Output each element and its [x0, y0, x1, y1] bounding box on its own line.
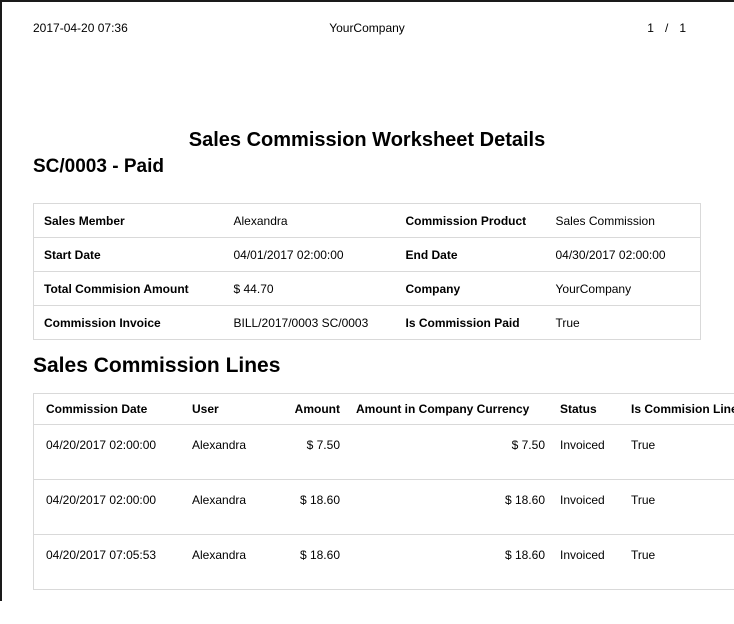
line-cell-paid: True: [621, 480, 734, 535]
report-company-name: YourCompany: [0, 20, 734, 36]
table-row: Commission Invoice BILL/2017/0003 SC/000…: [34, 306, 701, 340]
line-cell-date: 04/20/2017 02:00:00: [34, 480, 183, 535]
summary-value: $ 44.70: [224, 272, 396, 306]
summary-label: Total Commision Amount: [34, 272, 224, 306]
table-row: Total Commision Amount $ 44.70 Company Y…: [34, 272, 701, 306]
line-cell-amount: $ 18.60: [280, 535, 346, 590]
summary-value: Alexandra: [224, 204, 396, 238]
line-cell-paid: True: [621, 425, 734, 480]
line-cell-amount: $ 18.60: [280, 480, 346, 535]
summary-label: Is Commission Paid: [396, 306, 546, 340]
summary-value: BILL/2017/0003 SC/0003: [224, 306, 396, 340]
lines-table: Commission Date User Amount Amount in Co…: [33, 393, 734, 590]
table-row: Sales Member Alexandra Commission Produc…: [34, 204, 701, 238]
table-row: 04/20/2017 07:05:53 Alexandra $ 18.60 $ …: [34, 535, 734, 590]
line-cell-status: Invoiced: [553, 425, 621, 480]
summary-label: Commission Invoice: [34, 306, 224, 340]
summary-value: 04/01/2017 02:00:00: [224, 238, 396, 272]
summary-value: True: [546, 306, 701, 340]
summary-label: End Date: [396, 238, 546, 272]
line-cell-user: Alexandra: [182, 425, 280, 480]
line-cell-amount-company-currency: $ 7.50: [346, 425, 553, 480]
worksheet-heading: SC/0003 - Paid: [33, 156, 164, 178]
line-cell-amount-company-currency: $ 18.60: [346, 480, 553, 535]
line-cell-date: 04/20/2017 02:00:00: [34, 425, 183, 480]
report-title: Sales Commission Worksheet Details: [0, 129, 734, 152]
line-cell-paid: True: [621, 535, 734, 590]
table-row: Start Date 04/01/2017 02:00:00 End Date …: [34, 238, 701, 272]
line-cell-amount: $ 7.50: [280, 425, 346, 480]
page-total: 1: [679, 20, 686, 36]
table-row: 04/20/2017 02:00:00 Alexandra $ 18.60 $ …: [34, 480, 734, 535]
line-cell-date: 04/20/2017 07:05:53: [34, 535, 183, 590]
column-header-status: Status: [553, 394, 621, 425]
line-cell-user: Alexandra: [182, 535, 280, 590]
page-current: 1: [647, 20, 654, 36]
summary-value: YourCompany: [546, 272, 701, 306]
column-header-commission-date: Commission Date: [34, 394, 183, 425]
page-left-border: [0, 0, 2, 601]
summary-label: Sales Member: [34, 204, 224, 238]
column-header-amount: Amount: [280, 394, 346, 425]
page-top-border: [0, 0, 734, 2]
table-header-row: Commission Date User Amount Amount in Co…: [34, 394, 734, 425]
page-number: 1 / 1: [647, 20, 686, 36]
table-row: 04/20/2017 02:00:00 Alexandra $ 7.50 $ 7…: [34, 425, 734, 480]
summary-value: 04/30/2017 02:00:00: [546, 238, 701, 272]
page-separator: /: [665, 20, 668, 36]
summary-table: Sales Member Alexandra Commission Produc…: [33, 203, 701, 340]
report-header: 2017-04-20 07:36 YourCompany 1 / 1: [0, 20, 734, 36]
summary-value: Sales Commission: [546, 204, 701, 238]
line-cell-status: Invoiced: [553, 535, 621, 590]
line-cell-user: Alexandra: [182, 480, 280, 535]
summary-label: Start Date: [34, 238, 224, 272]
column-header-is-commision-line-paid: Is Commision Line Paid: [621, 394, 734, 425]
lines-section-heading: Sales Commission Lines: [33, 354, 280, 378]
line-cell-status: Invoiced: [553, 480, 621, 535]
column-header-user: User: [182, 394, 280, 425]
summary-label: Company: [396, 272, 546, 306]
summary-label: Commission Product: [396, 204, 546, 238]
line-cell-amount-company-currency: $ 18.60: [346, 535, 553, 590]
column-header-amount-company-currency: Amount in Company Currency: [346, 394, 553, 425]
